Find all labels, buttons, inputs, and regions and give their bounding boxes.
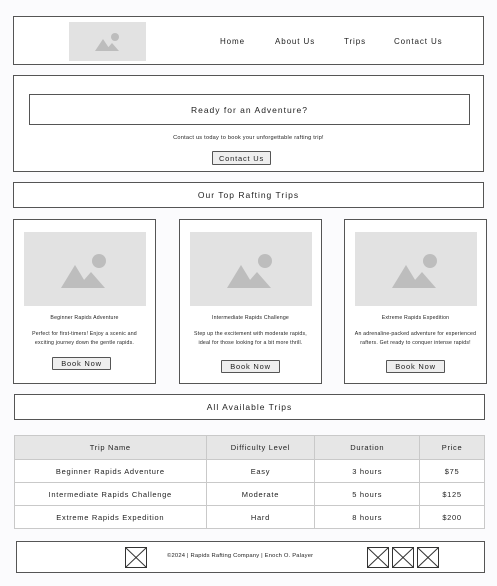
image-placeholder-icon [95, 33, 119, 51]
trips-table: Trip Name Difficulty Level Duration Pric… [14, 435, 485, 529]
column-header: Duration [314, 435, 421, 460]
footer-copyright: ©2024 | Rapids Rafting Company | Enoch O… [167, 553, 314, 559]
table-cell: Intermediate Rapids Challenge [14, 482, 207, 506]
social-link-2[interactable] [392, 547, 414, 568]
table-cell: 8 hours [314, 505, 421, 529]
contact-us-button[interactable]: Contact Us [212, 151, 271, 165]
table-cell: Moderate [205, 482, 316, 506]
book-now-button[interactable]: Book Now [221, 360, 280, 373]
card-description: An adrenaline-packed adventure for exper… [354, 331, 477, 346]
trip-card-extreme: Extreme Rapids Expedition An adrenaline-… [344, 219, 487, 384]
image-placeholder-icon [392, 254, 437, 288]
table-row: Intermediate Rapids Challenge Moderate 5… [14, 482, 485, 506]
hero-section: Ready for an Adventure? Contact us today… [13, 75, 484, 172]
footer-logo-missing-image [125, 547, 147, 568]
image-missing-icon [417, 547, 439, 568]
table-cell: 3 hours [314, 459, 421, 483]
table-cell: 5 hours [314, 482, 421, 506]
card-title: Intermediate Rapids Challenge [211, 315, 290, 321]
table-cell: $75 [419, 459, 485, 483]
image-missing-icon [367, 547, 389, 568]
table-row: Beginner Rapids Adventure Easy 3 hours $… [14, 459, 485, 483]
social-link-1[interactable] [367, 547, 389, 568]
column-header: Difficulty Level [205, 435, 316, 460]
image-placeholder-icon [61, 254, 106, 288]
table-cell: $200 [419, 505, 485, 529]
site-header: Home About Us Trips Contact Us [13, 16, 484, 65]
image-placeholder-icon [227, 254, 272, 288]
card-image [190, 232, 312, 306]
card-title: Beginner Rapids Adventure [50, 315, 119, 321]
top-trips-title: Our Top Rafting Trips [13, 182, 484, 208]
table-cell: $125 [419, 482, 485, 506]
trip-card-beginner: Beginner Rapids Adventure Perfect for fi… [13, 219, 156, 384]
hero-heading: Ready for an Adventure? [29, 94, 470, 125]
logo[interactable] [69, 22, 146, 61]
nav-link-about[interactable]: About Us [275, 37, 315, 46]
card-description: Step up the excitement with moderate rap… [194, 331, 307, 346]
table-header-row: Trip Name Difficulty Level Duration Pric… [14, 435, 485, 460]
site-footer: ©2024 | Rapids Rafting Company | Enoch O… [16, 541, 485, 573]
column-header: Price [419, 435, 485, 460]
image-missing-icon [392, 547, 414, 568]
social-link-3[interactable] [417, 547, 439, 568]
book-now-button[interactable]: Book Now [52, 357, 111, 370]
column-header: Trip Name [14, 435, 207, 460]
card-image [24, 232, 146, 306]
table-cell: Easy [205, 459, 316, 483]
trip-card-intermediate: Intermediate Rapids Challenge Step up th… [179, 219, 322, 384]
table-row: Extreme Rapids Expedition Hard 8 hours $… [14, 505, 485, 529]
card-description: Perfect for first-timers! Enjoy a scenic… [32, 331, 137, 346]
book-now-button[interactable]: Book Now [386, 360, 445, 373]
hero-text: Contact us today to book your unforgetta… [173, 135, 324, 141]
card-image [355, 232, 477, 306]
table-cell: Hard [205, 505, 316, 529]
nav-link-trips[interactable]: Trips [344, 37, 366, 46]
nav-link-home[interactable]: Home [220, 37, 245, 46]
table-cell: Extreme Rapids Expedition [14, 505, 207, 529]
card-title: Extreme Rapids Expedition [381, 315, 450, 321]
table-cell: Beginner Rapids Adventure [14, 459, 207, 483]
nav-link-contact[interactable]: Contact Us [394, 37, 443, 46]
image-missing-icon [125, 547, 147, 568]
page: Home About Us Trips Contact Us Ready for… [0, 0, 497, 586]
all-trips-title: All Available Trips [14, 394, 485, 420]
